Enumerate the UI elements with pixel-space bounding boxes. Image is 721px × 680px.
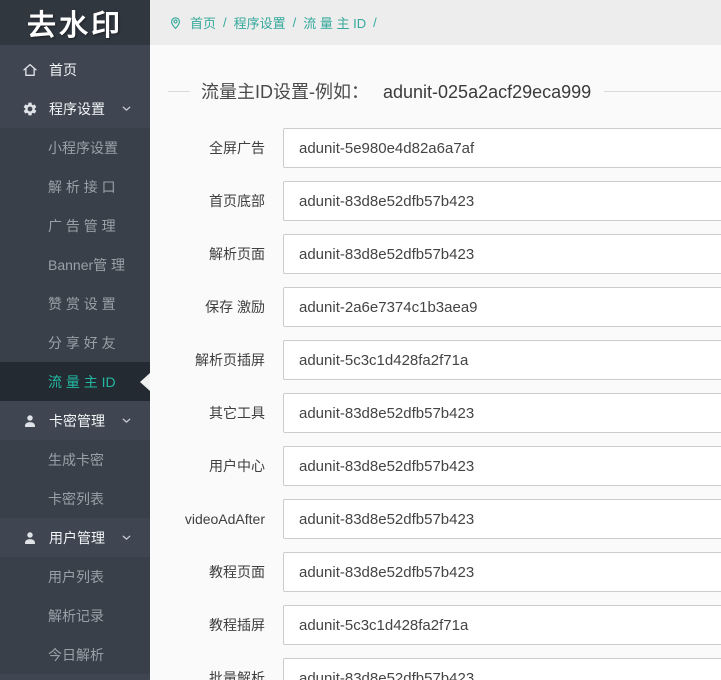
form-row-video-ad-after: videoAdAfter xyxy=(168,499,721,539)
sidebar-item-label: 卡密列表 xyxy=(48,490,104,507)
field-label-user-center: 用户中心 xyxy=(209,458,265,474)
sidebar-item-card-list[interactable]: 卡密列表 xyxy=(0,479,150,518)
field-label-batch-parse: 批量解析 xyxy=(209,670,265,680)
sidebar-item-today-parses[interactable]: 今日解析 xyxy=(0,635,150,674)
breadcrumb-link-home[interactable]: 首页 xyxy=(190,13,216,32)
form-row-tutorial-interstitial: 教程插屏 xyxy=(168,605,721,645)
user-icon xyxy=(22,530,38,546)
tutorial-page-input[interactable] xyxy=(283,552,721,592)
sidebar-item-label: 解析记录 xyxy=(48,607,104,624)
breadcrumb-separator: / xyxy=(373,15,377,30)
field-label-other-tools: 其它工具 xyxy=(209,405,265,421)
title-rule-left xyxy=(168,90,190,92)
traffic-id-form: 全屏广告首页底部解析页面保存 激励解析页插屏其它工具用户中心 videoAdAft… xyxy=(168,128,721,680)
sidebar-item-banner-management[interactable]: Banner管 理 xyxy=(0,245,150,284)
field-label-parse-page: 解析页面 xyxy=(209,246,265,262)
form-row-parse-page-interstitial: 解析页插屏 xyxy=(168,340,721,380)
parse-page-input[interactable] xyxy=(283,234,721,274)
home-icon xyxy=(22,62,38,78)
field-label-tutorial-page: 教程页面 xyxy=(209,564,265,580)
breadcrumb-link-traffic-id[interactable]: 流 量 主 ID xyxy=(303,13,366,32)
location-pin-icon xyxy=(168,15,183,30)
sidebar-item-traffic-id[interactable]: 流 量 主 ID xyxy=(0,362,150,401)
fullscreen-ad-input[interactable] xyxy=(283,128,721,168)
form-row-other-tools: 其它工具 xyxy=(168,393,721,433)
breadcrumb-separator: / xyxy=(292,15,297,30)
sidebar-item-label: 程序设置 xyxy=(49,100,105,117)
sidebar-item-label: 用户管理 xyxy=(49,529,105,546)
field-label-video-ad-after: videoAdAfter xyxy=(184,511,265,527)
page-title-row: 流量主ID设置-例如： adunit-025a2acf29eca999 xyxy=(168,79,721,103)
form-row-fullscreen-ad: 全屏广告 xyxy=(168,128,721,168)
sidebar-item-label: 今日解析 xyxy=(48,646,104,663)
sidebar-item-parse-records[interactable]: 解析记录 xyxy=(0,596,150,635)
sidebar-item-card-management[interactable]: 卡密管理 xyxy=(0,401,150,440)
field-label-tutorial-interstitial: 教程插屏 xyxy=(209,617,265,633)
chevron-down-icon xyxy=(120,102,133,115)
page-title-example: adunit-025a2acf29eca999 xyxy=(383,82,592,102)
gear-icon xyxy=(22,101,38,117)
sidebar-item-label: 首页 xyxy=(49,61,77,78)
home-bottom-input[interactable] xyxy=(283,181,721,221)
save-reward-input[interactable] xyxy=(283,287,721,327)
page-title: 流量主ID设置-例如： adunit-025a2acf29eca999 xyxy=(201,78,591,104)
sidebar-item-user-list[interactable]: 用户列表 xyxy=(0,557,150,596)
batch-parse-input[interactable] xyxy=(283,658,721,680)
field-label-parse-page-interstitial: 解析页插屏 xyxy=(195,352,265,368)
sidebar: 去水印 首页程序设置小程序设置解 析 接 口广 告 管 理 Banner管 理赞 … xyxy=(0,0,150,680)
sidebar-item-label: Banner管 理 xyxy=(48,256,126,273)
user-icon xyxy=(22,413,38,429)
app-logo: 去水印 xyxy=(0,0,150,45)
form-row-parse-page: 解析页面 xyxy=(168,234,721,274)
sidebar-item-parse-api[interactable]: 解 析 接 口 xyxy=(0,167,150,206)
sidebar-item-label: 流 量 主 ID xyxy=(48,373,116,390)
form-row-batch-parse: 批量解析 xyxy=(168,658,721,680)
user-center-input[interactable] xyxy=(283,446,721,486)
sidebar-item-label: 小程序设置 xyxy=(48,139,118,156)
field-label-save-reward: 保存 激励 xyxy=(205,299,265,315)
chevron-down-icon xyxy=(120,414,133,427)
field-label-fullscreen-ad: 全屏广告 xyxy=(209,140,265,156)
video-ad-after-input[interactable] xyxy=(283,499,721,539)
sidebar-item-generate-card[interactable]: 生成卡密 xyxy=(0,440,150,479)
form-row-save-reward: 保存 激励 xyxy=(168,287,721,327)
breadcrumb-bar: 首页 / 程序设置 / 流 量 主 ID / xyxy=(150,0,721,45)
chevron-down-icon xyxy=(120,531,133,544)
sidebar-item-label: 卡密管理 xyxy=(49,412,105,429)
breadcrumb: 首页 / 程序设置 / 流 量 主 ID / xyxy=(190,13,377,32)
sidebar-item-miniprogram-settings[interactable]: 小程序设置 xyxy=(0,128,150,167)
sidebar-item-program-settings[interactable]: 程序设置 xyxy=(0,89,150,128)
main-column: 首页 / 程序设置 / 流 量 主 ID / 流量主ID设置-例如： adunit-025… xyxy=(150,0,721,680)
sidebar-item-ad-management[interactable]: 广 告 管 理 xyxy=(0,206,150,245)
app-window: 去水印 首页 程序设置 小程序设置解 析 接 口广 告 管 理 Banner管 理赞 … xyxy=(0,0,721,680)
form-row-user-center: 用户中心 xyxy=(168,446,721,486)
form-row-home-bottom: 首页底部 xyxy=(168,181,721,221)
tutorial-interstitial-input[interactable] xyxy=(283,605,721,645)
breadcrumb-link-program-settings[interactable]: 程序设置 xyxy=(234,13,286,32)
sidebar-menu: 首页程序设置小程序设置解 析 接 口广 告 管 理 Banner管 理赞 赏 设 … xyxy=(0,45,150,674)
field-label-home-bottom: 首页底部 xyxy=(209,193,265,209)
sidebar-item-home[interactable]: 首页 xyxy=(0,50,150,89)
sidebar-item-reward-settings[interactable]: 赞 赏 设 置 xyxy=(0,284,150,323)
other-tools-input[interactable] xyxy=(283,393,721,433)
sidebar-item-share-friends[interactable]: 分 享 好 友 xyxy=(0,323,150,362)
sidebar-item-label: 赞 赏 设 置 xyxy=(48,295,116,312)
content-area: 流量主ID设置-例如： adunit-025a2acf29eca999 全屏广告… xyxy=(150,45,721,680)
sidebar-item-label: 广 告 管 理 xyxy=(48,217,116,234)
sidebar-item-label: 生成卡密 xyxy=(48,451,104,468)
sidebar-item-label: 分 享 好 友 xyxy=(48,334,116,351)
breadcrumb-separator: / xyxy=(223,15,227,30)
sidebar-item-label: 用户列表 xyxy=(48,568,104,585)
sidebar-item-label: 解 析 接 口 xyxy=(48,178,116,195)
form-row-tutorial-page: 教程页面 xyxy=(168,552,721,592)
parse-page-interstitial-input[interactable] xyxy=(283,340,721,380)
sidebar-item-user-management[interactable]: 用户管理 xyxy=(0,518,150,557)
title-rule-right xyxy=(604,90,721,92)
page-title-text: 流量主ID设置-例如： xyxy=(201,82,369,102)
